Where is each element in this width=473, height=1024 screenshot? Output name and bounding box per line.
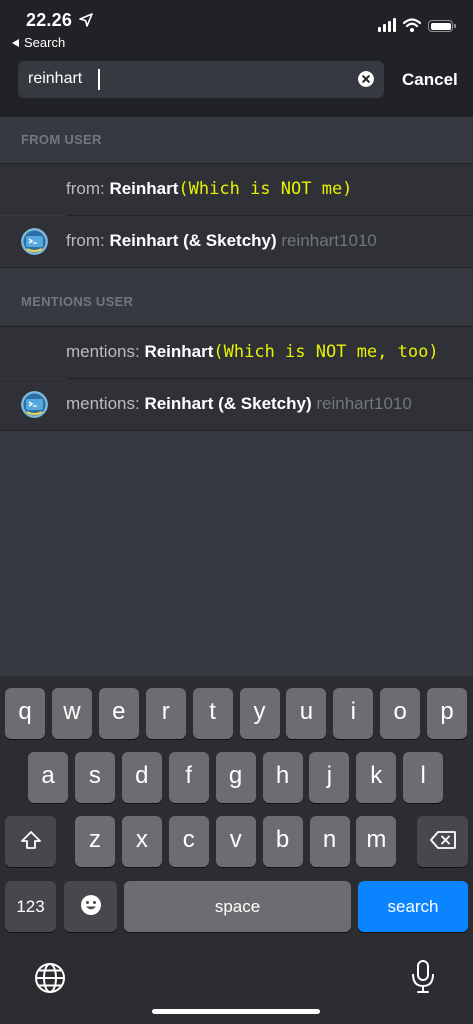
key-p[interactable]: p bbox=[427, 688, 468, 739]
key-k[interactable]: k bbox=[356, 752, 397, 803]
suggestion-prefix: mentions: bbox=[66, 394, 145, 413]
space-key[interactable]: space bbox=[124, 881, 351, 932]
divider bbox=[0, 430, 473, 431]
suggestion-username: Reinhart bbox=[144, 342, 214, 361]
suggestion-text: mentions: Reinhart(Which is NOT me, too) bbox=[66, 342, 439, 362]
text-caret bbox=[98, 69, 100, 90]
key-o[interactable]: o bbox=[380, 688, 421, 739]
suggestion-handle: reinhart1010 bbox=[281, 231, 377, 250]
search-input-value: reinhart bbox=[28, 70, 83, 87]
key-f[interactable]: f bbox=[168, 752, 209, 803]
wifi-icon bbox=[403, 18, 421, 32]
suggestion-prefix: from: bbox=[66, 231, 110, 250]
key-y[interactable]: y bbox=[239, 688, 280, 739]
suggestion-row-from-reinhart[interactable]: from: Reinhart(Which is NOT me) bbox=[0, 164, 473, 215]
location-arrow-icon bbox=[79, 13, 93, 27]
key-w[interactable]: w bbox=[51, 688, 92, 739]
back-app-label: Search bbox=[24, 35, 66, 50]
suggestion-row-mentions-reinhart-sketchy[interactable]: mentions: Reinhart (& Sketchy) reinhart1… bbox=[0, 379, 473, 430]
clear-icon[interactable] bbox=[358, 71, 374, 87]
home-indicator[interactable] bbox=[152, 1009, 320, 1014]
key-b[interactable]: b bbox=[262, 816, 303, 867]
key-l[interactable]: l bbox=[403, 752, 444, 803]
discord-search-screen: 22.26 Search reinhart Cancel FROM USER f… bbox=[0, 0, 473, 1024]
battery-icon bbox=[428, 20, 456, 32]
key-u[interactable]: u bbox=[286, 688, 327, 739]
key-h[interactable]: h bbox=[262, 752, 303, 803]
key-j[interactable]: j bbox=[309, 752, 350, 803]
backspace-icon bbox=[429, 830, 456, 849]
globe-icon[interactable] bbox=[34, 962, 66, 994]
cancel-button[interactable]: Cancel bbox=[402, 70, 458, 90]
suggestion-username: Reinhart (& Sketchy) bbox=[109, 231, 277, 250]
shift-icon bbox=[20, 830, 41, 849]
suggestion-note: (Which is NOT me) bbox=[178, 179, 353, 199]
key-n[interactable]: n bbox=[309, 816, 350, 867]
search-header: 22.26 Search reinhart Cancel bbox=[0, 0, 473, 117]
avatar bbox=[21, 391, 48, 418]
key-r[interactable]: r bbox=[145, 688, 186, 739]
microphone-icon[interactable] bbox=[410, 959, 436, 995]
section-header-mentions-user: MENTIONS USER bbox=[0, 268, 473, 326]
back-to-app-link[interactable]: Search bbox=[12, 35, 65, 50]
shift-key[interactable] bbox=[5, 816, 56, 867]
back-triangle-icon bbox=[12, 38, 19, 47]
emoji-key[interactable] bbox=[64, 881, 117, 932]
key-d[interactable]: d bbox=[121, 752, 162, 803]
key-z[interactable]: z bbox=[75, 816, 115, 867]
suggestion-row-mentions-reinhart[interactable]: mentions: Reinhart(Which is NOT me, too) bbox=[0, 327, 473, 378]
key-e[interactable]: e bbox=[98, 688, 139, 739]
search-input[interactable]: reinhart bbox=[18, 61, 384, 98]
search-key[interactable]: search bbox=[358, 881, 468, 932]
status-time: 22.26 bbox=[26, 10, 73, 30]
suggestion-prefix: mentions: bbox=[66, 342, 145, 361]
cellular-signal-icon bbox=[378, 18, 396, 32]
key-m[interactable]: m bbox=[356, 816, 397, 867]
status-icons bbox=[378, 18, 456, 32]
section-header-from-user: FROM USER bbox=[0, 117, 473, 163]
suggestion-text: from: Reinhart (& Sketchy) reinhart1010 bbox=[66, 231, 377, 251]
suggestion-handle: reinhart1010 bbox=[316, 394, 412, 413]
key-x[interactable]: x bbox=[121, 816, 162, 867]
suggestion-text: mentions: Reinhart (& Sketchy) reinhart1… bbox=[66, 394, 412, 414]
suggestion-text: from: Reinhart(Which is NOT me) bbox=[66, 179, 352, 199]
numbers-key[interactable]: 123 bbox=[5, 881, 56, 932]
emoji-icon bbox=[80, 894, 101, 915]
key-s[interactable]: s bbox=[74, 752, 115, 803]
suggestion-prefix: from: bbox=[66, 179, 110, 198]
key-g[interactable]: g bbox=[215, 752, 256, 803]
suggestion-username: Reinhart bbox=[109, 179, 179, 198]
suggestion-username: Reinhart (& Sketchy) bbox=[144, 394, 312, 413]
key-a[interactable]: a bbox=[28, 752, 68, 803]
avatar bbox=[21, 228, 48, 255]
suggestion-note: (Which is NOT me, too) bbox=[213, 342, 439, 362]
key-v[interactable]: v bbox=[215, 816, 256, 867]
key-c[interactable]: c bbox=[168, 816, 209, 867]
key-q[interactable]: q bbox=[5, 688, 45, 739]
key-i[interactable]: i bbox=[333, 688, 374, 739]
on-screen-keyboard: qwertyuiop asdfghjkl zxcvbnm 123 space s… bbox=[0, 676, 473, 1024]
key-t[interactable]: t bbox=[192, 688, 233, 739]
suggestion-row-from-reinhart-sketchy[interactable]: from: Reinhart (& Sketchy) reinhart1010 bbox=[0, 216, 473, 267]
backspace-key[interactable] bbox=[417, 816, 468, 867]
